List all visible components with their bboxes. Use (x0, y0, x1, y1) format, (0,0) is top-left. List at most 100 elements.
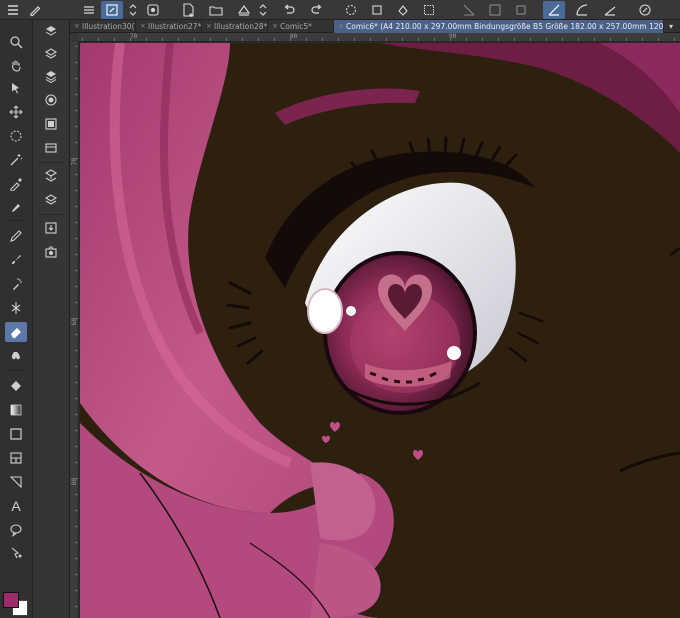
divider (38, 162, 64, 163)
chevron-updown-icon[interactable] (252, 1, 274, 19)
eyedropper-icon[interactable] (5, 174, 27, 194)
pen-icon[interactable] (24, 1, 46, 19)
ruler-tick (75, 190, 78, 191)
vertical-ruler[interactable]: 70 60 80 (70, 42, 79, 618)
ruler-icon[interactable] (5, 472, 27, 492)
layer-mask-icon[interactable] (40, 90, 62, 110)
select-all-icon[interactable] (418, 1, 440, 19)
invert-selection-icon[interactable] (484, 1, 506, 19)
reference-layer-icon[interactable] (40, 138, 62, 158)
ruler-tick (290, 38, 291, 41)
airbrush-icon[interactable] (5, 274, 27, 294)
main-color-swatch[interactable] (3, 592, 19, 608)
close-icon[interactable]: × (74, 20, 80, 33)
frame-border-icon[interactable] (5, 448, 27, 468)
hamburger-icon[interactable] (78, 1, 100, 19)
pen-pressure-icon[interactable] (634, 1, 656, 19)
move-layer-icon[interactable] (5, 102, 27, 122)
clipping-icon[interactable] (40, 114, 62, 134)
ruler-tick (610, 38, 611, 41)
menu-icon[interactable] (2, 1, 24, 19)
clear-icon[interactable] (366, 1, 388, 19)
tab-menu-chevron-icon[interactable]: ▾ (666, 20, 676, 33)
zoom-icon[interactable] (5, 32, 27, 52)
new-vector-layer-icon[interactable] (40, 44, 62, 64)
new-file-icon[interactable] (177, 1, 199, 19)
artwork (80, 43, 680, 618)
text-icon[interactable]: A (5, 496, 27, 516)
import-icon[interactable] (40, 218, 62, 238)
correct-line-icon[interactable] (5, 543, 27, 563)
highlight-right (447, 346, 461, 360)
auto-select-wand-icon[interactable] (5, 150, 27, 170)
ruler-tick (75, 318, 78, 319)
ruler-tick (75, 126, 78, 127)
ruler-tick (75, 574, 78, 575)
snap-special-ruler-icon[interactable] (571, 1, 593, 19)
ruler-tick (75, 350, 78, 351)
highlight-small (346, 306, 356, 316)
ruler-tick (75, 206, 78, 207)
eraser-icon[interactable] (5, 322, 27, 342)
ruler-tick (75, 382, 78, 383)
ruler-tick-label: 70 (130, 33, 138, 40)
ruler-tick (98, 38, 99, 41)
blend-icon[interactable] (5, 346, 27, 366)
operation-icon[interactable] (5, 78, 27, 98)
redo-icon[interactable] (306, 1, 328, 19)
close-icon[interactable]: × (272, 20, 278, 33)
ruler-tick (75, 510, 78, 511)
undo-icon[interactable] (278, 1, 300, 19)
ruler-tick (75, 254, 78, 255)
horizontal-ruler[interactable]: 70 80 90 (79, 33, 680, 42)
snap-grid-icon[interactable] (599, 1, 621, 19)
close-icon[interactable]: × (140, 20, 146, 33)
tab-label: Comic6* (A4 210.00 x 297.00mm Bindungsgr… (346, 22, 664, 31)
tab-illustration28[interactable]: × Illustration28* (202, 20, 268, 33)
merge-layer-icon[interactable] (40, 166, 62, 186)
gradient-icon[interactable] (5, 400, 27, 420)
text-tool-glyph: A (11, 498, 21, 514)
loading-icon[interactable] (340, 1, 362, 19)
pen-tool-icon[interactable] (5, 197, 27, 217)
tab-illustration30[interactable]: × Illustration30(V... (70, 20, 136, 33)
layer-stack-icon[interactable] (40, 190, 62, 210)
layer-folder-icon[interactable] (40, 66, 62, 86)
hand-icon[interactable] (5, 55, 27, 75)
ruler-tick (75, 590, 78, 591)
fill-bucket-icon[interactable] (5, 376, 27, 396)
crop-icon[interactable] (510, 1, 532, 19)
ruler-tick (242, 38, 243, 41)
ruler-tick-label: 80 (290, 33, 298, 40)
fill-icon[interactable] (392, 1, 414, 19)
close-icon[interactable]: × (338, 20, 344, 33)
ruler-tick (75, 94, 78, 95)
chevron-updown-icon[interactable] (122, 1, 144, 19)
selection-icon[interactable] (5, 126, 27, 146)
drawing-canvas[interactable] (80, 43, 680, 618)
snap-ruler-icon[interactable] (543, 1, 565, 19)
brush-icon[interactable] (5, 250, 27, 270)
layer-view-icon[interactable] (142, 1, 164, 19)
deselect-icon[interactable] (458, 1, 480, 19)
tab-comic5[interactable]: × Comic5* (268, 20, 334, 33)
ruler-tick (322, 38, 323, 41)
ruler-tick (82, 38, 83, 41)
ruler-tick (626, 38, 627, 41)
ruler-tick (114, 38, 115, 41)
open-folder-icon[interactable] (205, 1, 227, 19)
ruler-tick (418, 38, 419, 41)
camera-icon[interactable] (40, 242, 62, 262)
balloon-icon[interactable] (5, 520, 27, 540)
decoration-icon[interactable] (5, 298, 27, 318)
ruler-tick (642, 38, 643, 41)
tab-comic6[interactable]: × Comic6* (A4 210.00 x 297.00mm Bindungs… (334, 20, 664, 33)
divider (38, 214, 64, 215)
pencil-icon[interactable] (5, 226, 27, 246)
edit-mode-icon[interactable] (101, 1, 123, 19)
new-raster-layer-icon[interactable] (40, 22, 62, 42)
tab-illustration27[interactable]: × Illustration27* (136, 20, 202, 33)
document-tab-bar: × Illustration30(V... × Illustration27* … (70, 20, 680, 33)
close-icon[interactable]: × (206, 20, 212, 33)
figure-icon[interactable] (5, 424, 27, 444)
